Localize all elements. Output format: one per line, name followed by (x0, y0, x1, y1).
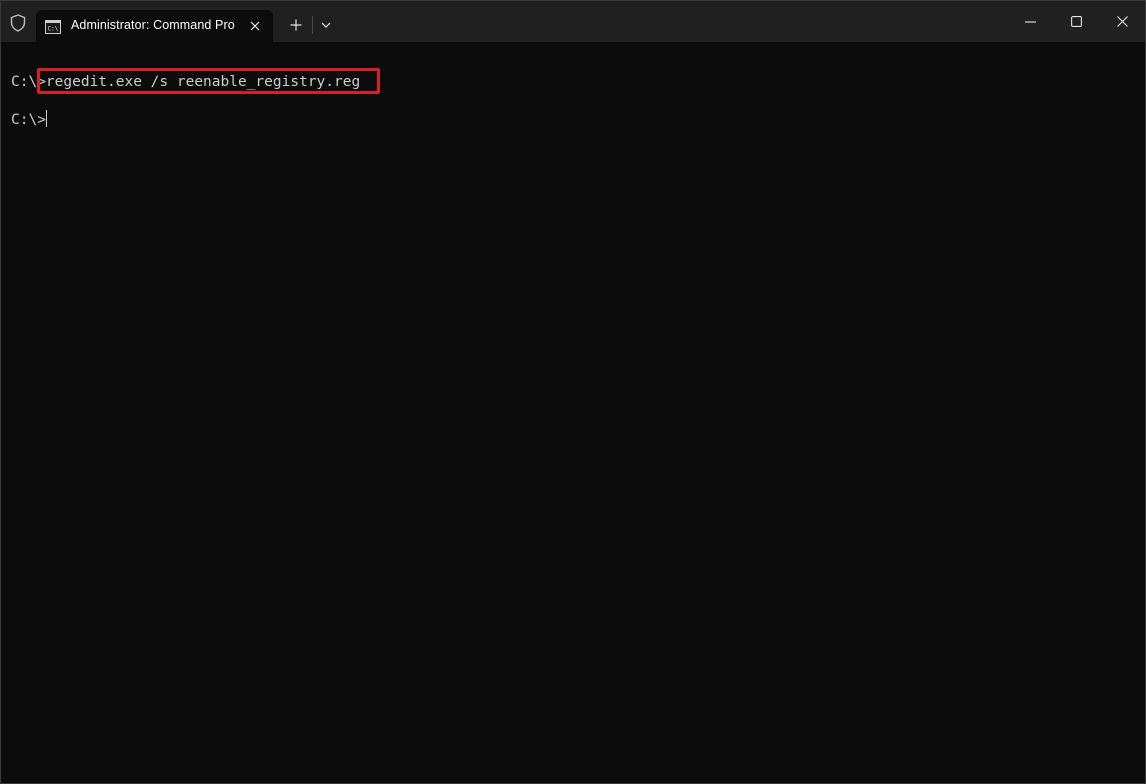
new-tab-button[interactable] (285, 14, 307, 36)
svg-text:C:\: C:\ (48, 26, 59, 33)
command-highlight-box (37, 68, 380, 94)
shield-icon (7, 12, 29, 34)
text-cursor (45, 110, 47, 127)
plus-icon (290, 19, 302, 31)
title-bar: C:\ Administrator: Command Pro (1, 1, 1145, 42)
maximize-icon (1070, 16, 1082, 27)
minimize-button[interactable] (1007, 1, 1053, 42)
tab-title: Administrator: Command Pro (71, 18, 235, 32)
close-icon (1116, 16, 1128, 27)
close-icon (250, 21, 260, 31)
minimize-icon (1024, 20, 1036, 23)
terminal-output[interactable]: C:\>regedit.exe /s reenable_registry.reg… (1, 42, 1145, 783)
tab-separator (312, 16, 313, 34)
tab-dropdown-button[interactable] (316, 15, 336, 35)
close-window-button[interactable] (1099, 1, 1145, 42)
chevron-down-icon (321, 22, 331, 28)
cmd-icon: C:\ (45, 19, 61, 34)
tab-command-prompt[interactable]: C:\ Administrator: Command Pro (36, 10, 273, 42)
terminal-window: C:\ Administrator: Command Pro C:\>reged… (0, 0, 1146, 784)
maximize-button[interactable] (1053, 1, 1099, 42)
close-tab-button[interactable] (246, 17, 264, 35)
prompt: C:\> (11, 112, 46, 128)
terminal-line-prompt: C:\> (11, 110, 47, 129)
